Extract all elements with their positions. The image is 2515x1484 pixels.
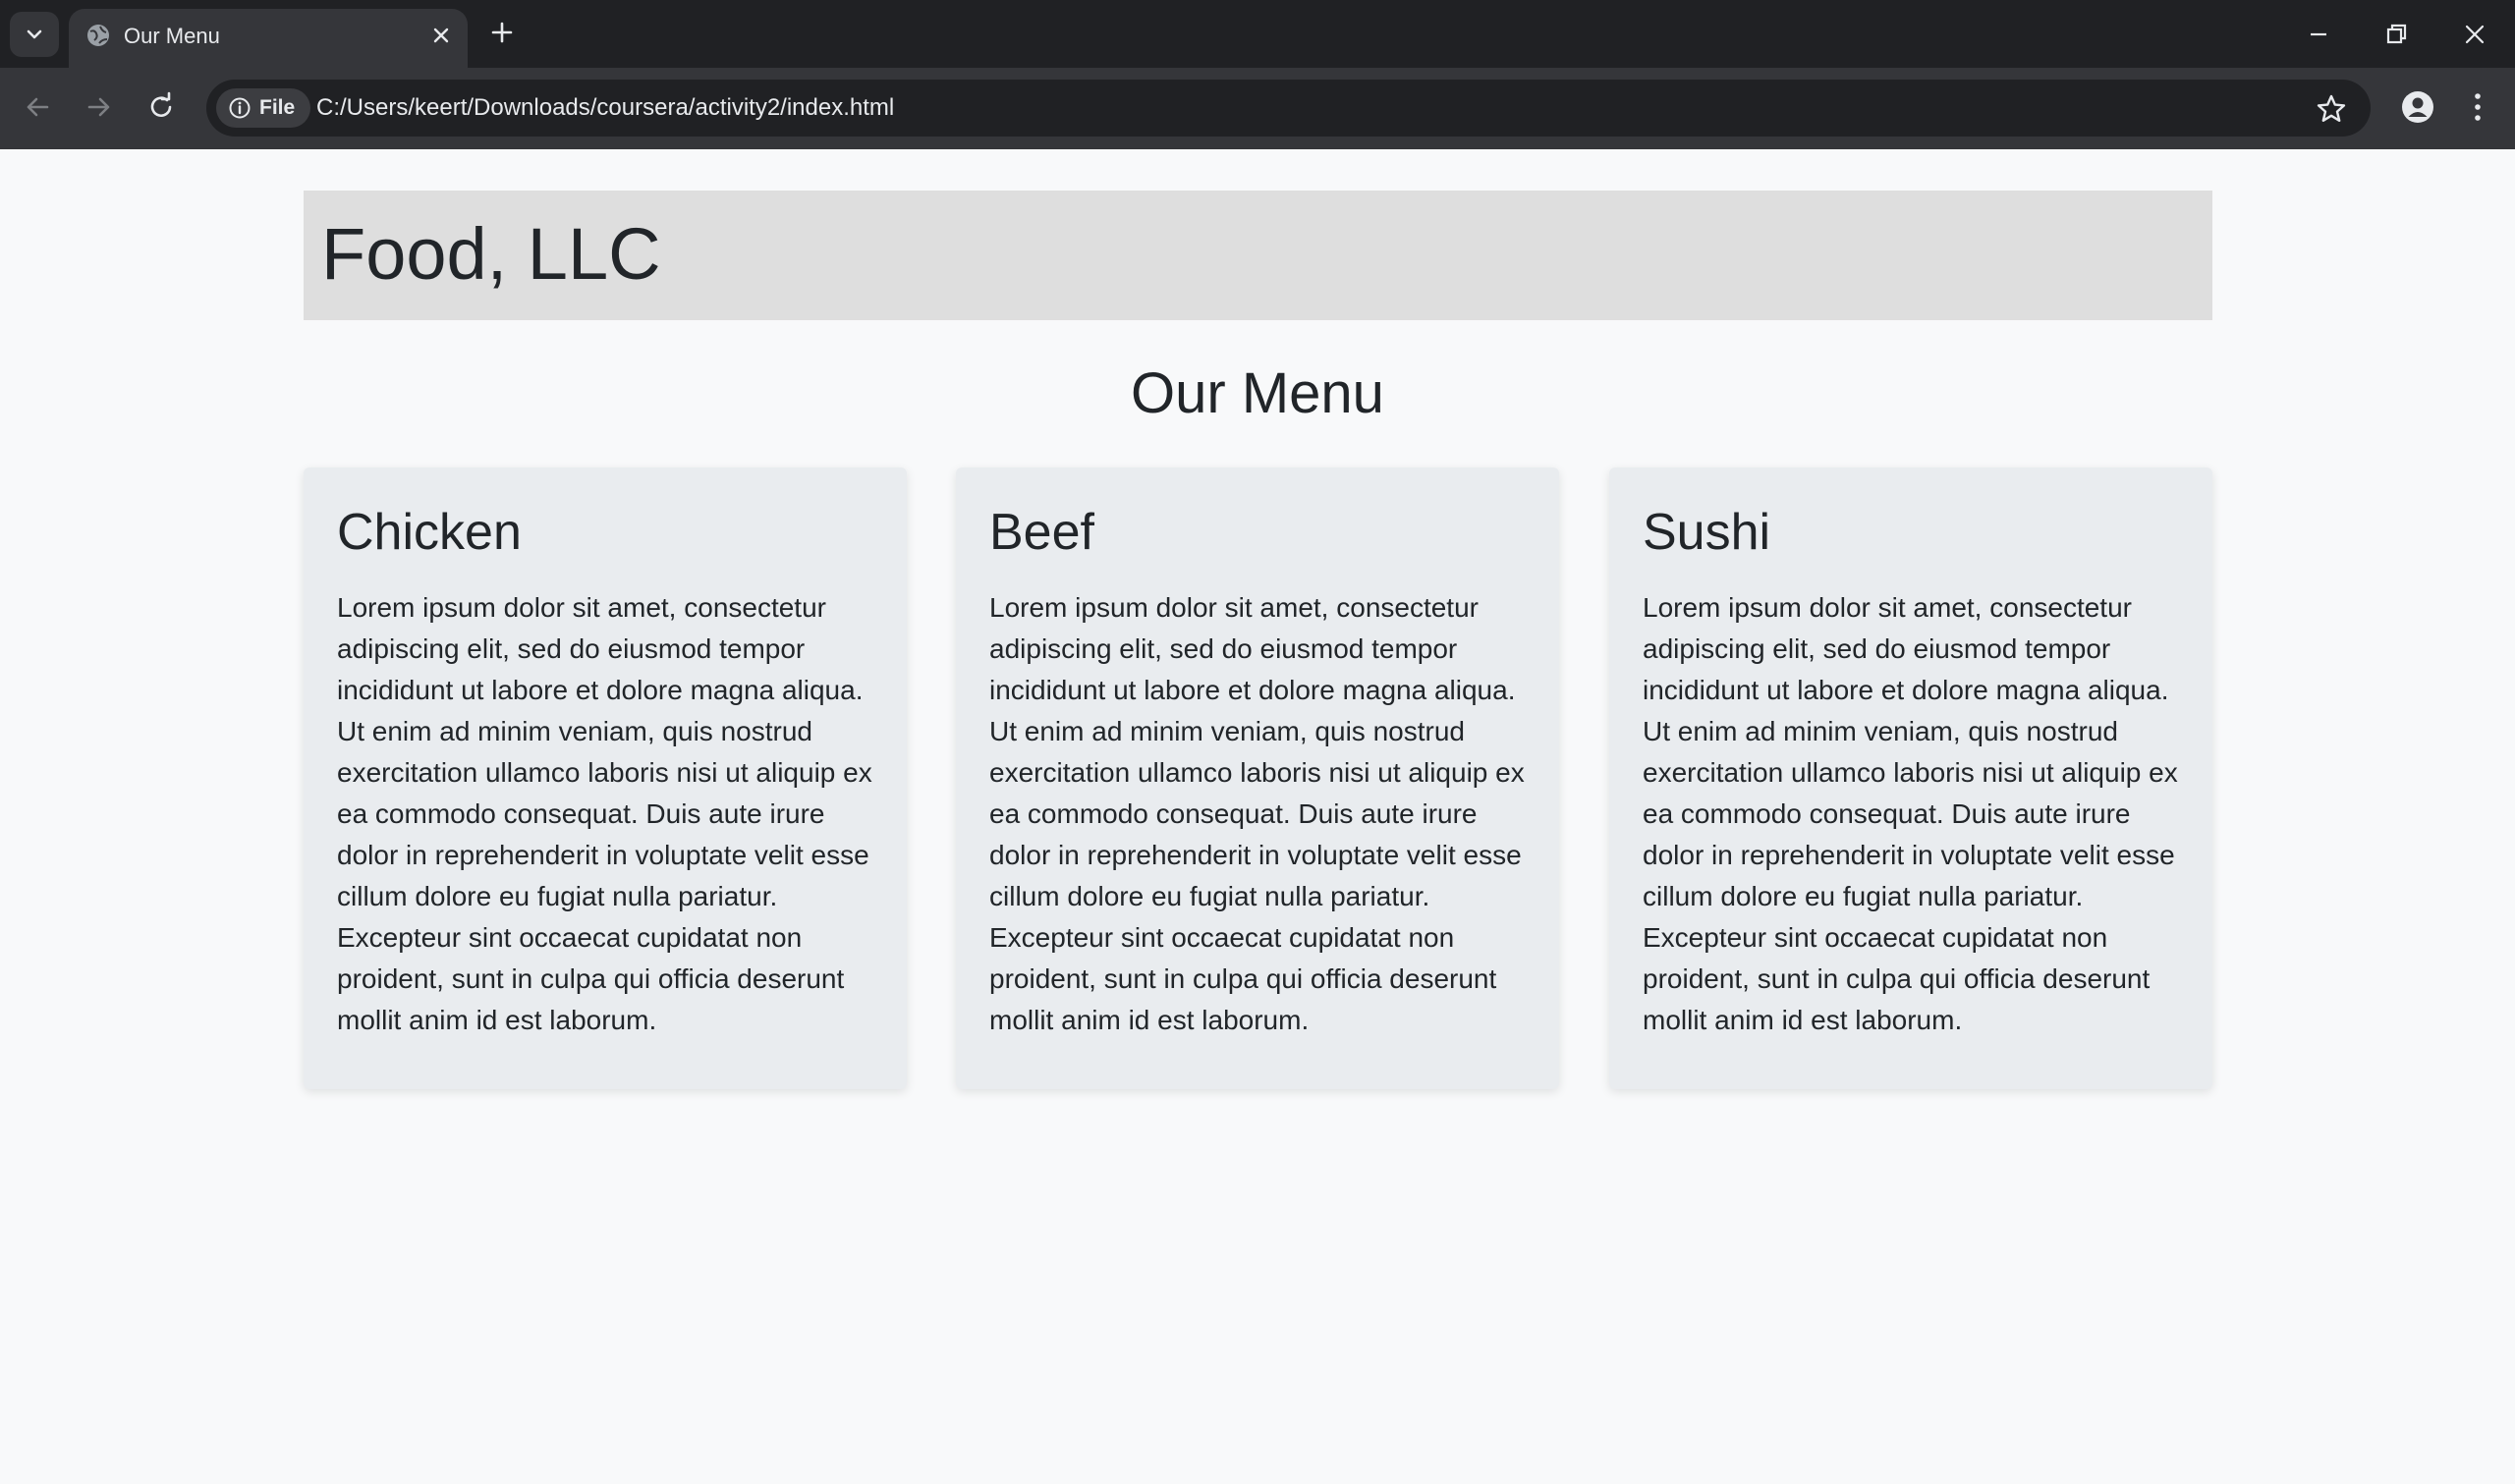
- card-title: Chicken: [337, 504, 522, 561]
- back-button[interactable]: [18, 87, 57, 127]
- star-icon[interactable]: [2316, 93, 2347, 125]
- tab-search-button[interactable]: [10, 12, 59, 57]
- restore-icon[interactable]: [2381, 20, 2411, 49]
- tab-strip: Our Menu: [0, 0, 2515, 68]
- card-text: Lorem ipsum dolor sit amet, consectetur …: [989, 592, 1525, 1035]
- url-text[interactable]: C:/Users/keert/Downloads/coursera/activi…: [316, 94, 894, 122]
- page-content: Food, LLC Our Menu Chicken Lorem ipsum d…: [0, 149, 2515, 1484]
- chevron-down-icon: [27, 29, 42, 39]
- browser-menu-button[interactable]: [2461, 87, 2494, 127]
- card-text: Lorem ipsum dolor sit amet, consectetur …: [1643, 592, 2178, 1035]
- address-bar[interactable]: File C:/Users/keert/Downloads/coursera/a…: [206, 80, 2371, 137]
- browser-toolbar: File C:/Users/keert/Downloads/coursera/a…: [0, 68, 2515, 149]
- close-window-icon[interactable]: [2460, 20, 2489, 49]
- info-icon: [229, 97, 251, 119]
- tab-our-menu[interactable]: Our Menu: [69, 9, 468, 68]
- reload-button[interactable]: [141, 87, 181, 127]
- section-title: Our Menu: [1131, 361, 1384, 425]
- minimize-icon[interactable]: [2304, 20, 2333, 49]
- card-title: Sushi: [1643, 504, 1771, 561]
- site-info-chip[interactable]: File: [216, 88, 310, 128]
- profile-button[interactable]: [2398, 87, 2437, 127]
- card-text: Lorem ipsum dolor sit amet, consectetur …: [337, 592, 872, 1035]
- menu-card-beef: Beef Lorem ipsum dolor sit amet, consect…: [956, 467, 1559, 1089]
- reload-icon: [150, 91, 172, 117]
- tab-title: Our Menu: [124, 24, 220, 48]
- arrow-right-icon: [87, 97, 110, 117]
- person-icon: [2402, 91, 2433, 123]
- card-title: Beef: [989, 504, 1094, 561]
- plus-icon[interactable]: [487, 18, 517, 47]
- site-chip-label: File: [259, 96, 296, 119]
- arrow-left-icon: [27, 97, 49, 117]
- globe-icon: [87, 25, 109, 46]
- menu-card-sushi: Sushi Lorem ipsum dolor sit amet, consec…: [1609, 467, 2212, 1089]
- site-header: Food, LLC: [304, 191, 2212, 320]
- kebab-menu-icon: [2475, 93, 2481, 121]
- menu-card-chicken: Chicken Lorem ipsum dolor sit amet, cons…: [304, 467, 907, 1089]
- close-icon[interactable]: [428, 23, 454, 48]
- forward-button[interactable]: [80, 87, 119, 127]
- company-name: Food, LLC: [321, 213, 661, 295]
